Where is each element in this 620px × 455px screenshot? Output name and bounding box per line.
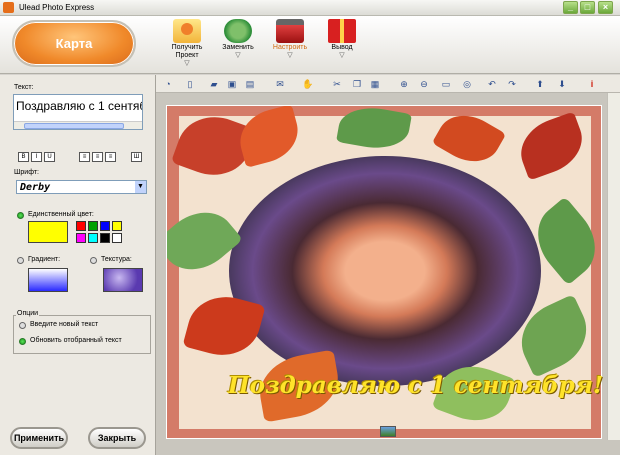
apply-button[interactable]: Применить xyxy=(10,427,68,449)
card-headline-text[interactable]: Поздравляю с 1 сентября! xyxy=(228,372,603,399)
chevron-down-icon: ▽ xyxy=(287,52,293,59)
app-icon xyxy=(3,2,14,13)
close-button[interactable]: Закрыть xyxy=(88,427,146,449)
palette-green[interactable] xyxy=(88,221,98,231)
chevron-down-icon: ▽ xyxy=(339,52,345,59)
italic-format-button[interactable]: I xyxy=(31,152,42,162)
minimize-button[interactable]: _ xyxy=(563,1,578,14)
bring-forward-icon[interactable]: ⬆ xyxy=(534,78,546,90)
gradient-radio[interactable] xyxy=(17,257,24,264)
folder-icon xyxy=(173,19,201,43)
image-thumbnail-icon[interactable] xyxy=(380,426,396,437)
maple-leaf xyxy=(512,111,591,181)
chevron-down-icon[interactable]: ▼ xyxy=(135,181,146,193)
palette-blue[interactable] xyxy=(100,221,110,231)
palette-black[interactable] xyxy=(100,233,110,243)
solid-color-swatch[interactable] xyxy=(28,221,68,243)
underline-format-button[interactable]: U xyxy=(44,152,55,162)
texture-radio[interactable] xyxy=(90,257,97,264)
font-label: Шрифт: xyxy=(14,169,39,176)
close-window-button[interactable]: × xyxy=(598,1,613,14)
copy-icon[interactable]: ❐ xyxy=(351,78,363,90)
align-right-button[interactable]: ≡ xyxy=(105,152,116,162)
mail-icon[interactable]: ✉ xyxy=(274,78,286,90)
palette-white[interactable] xyxy=(112,233,122,243)
update-text-radio[interactable] xyxy=(19,338,26,345)
card-button[interactable]: Карта xyxy=(12,20,136,67)
maple-leaf xyxy=(431,106,507,173)
green-leaf xyxy=(336,106,412,154)
swap-icon xyxy=(224,19,252,43)
toolbox-icon xyxy=(276,19,304,43)
text-panel xyxy=(0,75,156,455)
get-project-button[interactable]: Получить Проект ▽ xyxy=(161,19,213,68)
options-label: Опции xyxy=(16,310,40,317)
gradient-label: Градиент: xyxy=(28,256,61,263)
canvas-toolbar: ◔ ▯ ▰ ▣ ▤ ✉ ✋ ✂ ❐ ▦ ⊕ ⊖ ▭ ◎ ↶ ↷ ⬆ ⬇ i xyxy=(156,75,620,93)
title-bar: Ulead Photo Express _ □ × xyxy=(0,0,620,16)
redo-icon[interactable]: ↷ xyxy=(506,78,518,90)
font-select[interactable]: Derby ▼ xyxy=(16,180,147,194)
actual-size-icon[interactable]: ◎ xyxy=(461,78,473,90)
cut-icon[interactable]: ✂ xyxy=(331,78,343,90)
text-scrollbar[interactable] xyxy=(14,121,142,129)
update-text-label: Обновить отобранный текст xyxy=(30,337,122,344)
replace-button[interactable]: Заменить ▽ xyxy=(212,19,264,60)
solid-color-radio[interactable] xyxy=(17,212,24,219)
palette-magenta[interactable] xyxy=(76,233,86,243)
open-folder-icon[interactable]: ▰ xyxy=(208,78,220,90)
chevron-down-icon: ▽ xyxy=(184,60,190,67)
bold-format-button[interactable]: B xyxy=(18,152,29,162)
vertical-text-button[interactable]: Ш xyxy=(131,152,142,162)
new-text-radio[interactable] xyxy=(19,322,26,329)
paste-icon[interactable]: ▦ xyxy=(369,78,381,90)
main-toolbar: Карта Получить Проект ▽ Заменить ▽ Настр… xyxy=(0,16,620,74)
hand-icon[interactable]: ✋ xyxy=(302,78,314,90)
info-icon[interactable]: i xyxy=(586,78,598,90)
text-input[interactable]: Поздравляю с 1 сентября! xyxy=(13,94,143,130)
palette-red[interactable] xyxy=(76,221,86,231)
solid-color-label: Единственный цвет: xyxy=(28,211,94,218)
save-all-icon[interactable]: ▤ xyxy=(244,78,256,90)
girl-photo xyxy=(229,156,541,386)
text-label: Текст: xyxy=(14,84,34,91)
align-center-button[interactable]: ≡ xyxy=(92,152,103,162)
zoom-out-icon[interactable]: ⊖ xyxy=(418,78,430,90)
window-title: Ulead Photo Express xyxy=(19,3,95,12)
output-button[interactable]: Вывод ▽ xyxy=(316,19,368,60)
maximize-button[interactable]: □ xyxy=(580,1,595,14)
new-file-icon[interactable]: ▯ xyxy=(184,78,196,90)
texture-swatch[interactable] xyxy=(103,268,143,292)
save-icon[interactable]: ▣ xyxy=(226,78,238,90)
texture-label: Текстура: xyxy=(101,256,132,263)
palette-cyan[interactable] xyxy=(88,233,98,243)
palette-yellow[interactable] xyxy=(112,221,122,231)
adjust-button[interactable]: Настроить ▽ xyxy=(264,19,316,60)
history-icon[interactable]: ◔ xyxy=(162,78,174,90)
zoom-in-icon[interactable]: ⊕ xyxy=(398,78,410,90)
chevron-down-icon: ▽ xyxy=(235,52,241,59)
new-text-label: Введите новый текст xyxy=(30,321,99,328)
gradient-swatch[interactable] xyxy=(28,268,68,292)
undo-icon[interactable]: ↶ xyxy=(486,78,498,90)
send-backward-icon[interactable]: ⬇ xyxy=(556,78,568,90)
fit-screen-icon[interactable]: ▭ xyxy=(440,78,452,90)
maple-leaf xyxy=(233,106,305,168)
gift-icon xyxy=(328,19,356,43)
align-left-button[interactable]: ≡ xyxy=(79,152,90,162)
canvas-scrollbar[interactable] xyxy=(607,93,620,440)
